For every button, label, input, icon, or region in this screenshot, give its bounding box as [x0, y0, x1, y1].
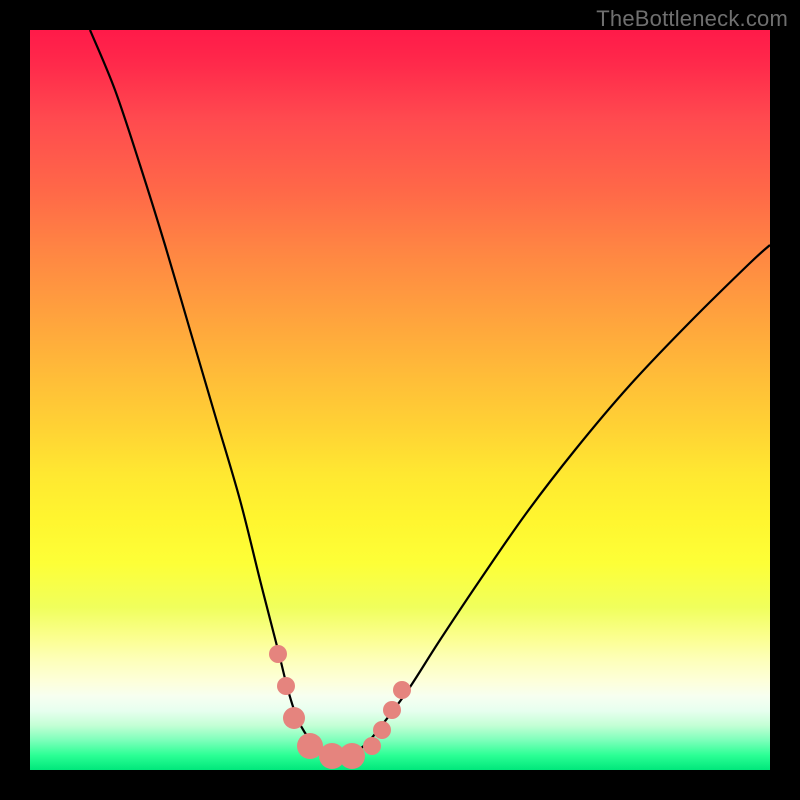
marker-m9	[383, 701, 401, 719]
marker-m1	[269, 645, 287, 663]
watermark-text: TheBottleneck.com	[596, 6, 788, 32]
marker-m8	[373, 721, 391, 739]
marker-m7	[363, 737, 381, 755]
marker-m2	[277, 677, 295, 695]
marker-m3	[283, 707, 305, 729]
markers-group	[269, 645, 411, 769]
bottleneck-svg	[30, 30, 770, 770]
chart-container: TheBottleneck.com	[0, 0, 800, 800]
marker-m10	[393, 681, 411, 699]
marker-m6	[339, 743, 365, 769]
bottleneck-curve	[90, 30, 770, 756]
plot-area	[30, 30, 770, 770]
